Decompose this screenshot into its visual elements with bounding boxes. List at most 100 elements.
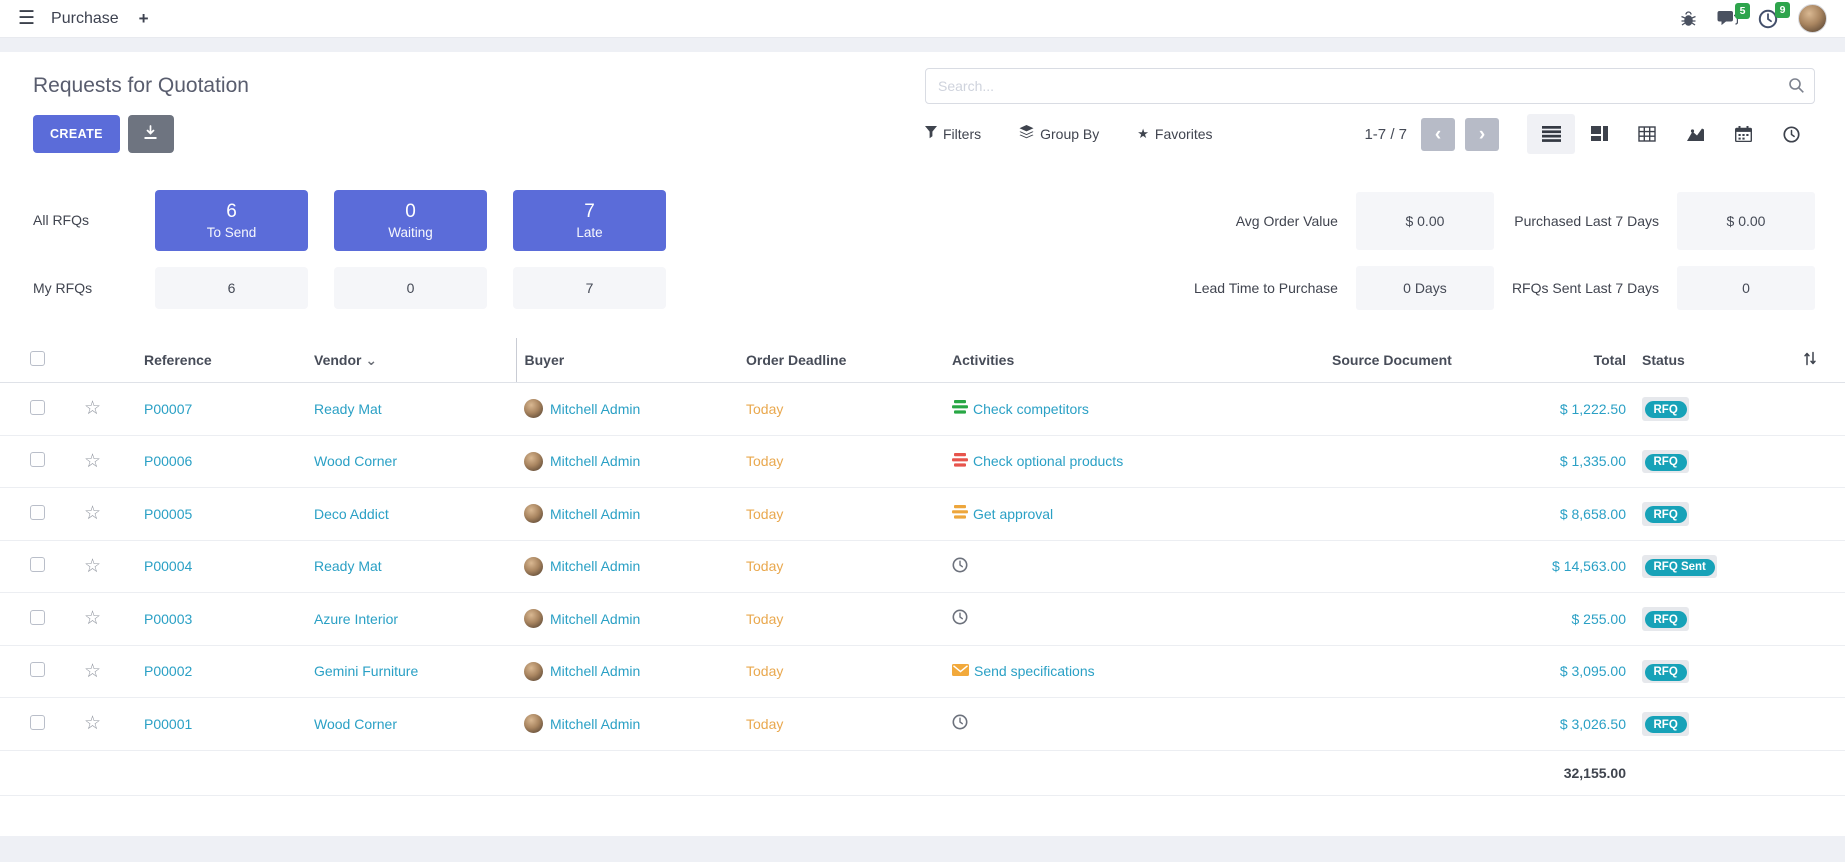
column-header-buyer[interactable]: Buyer xyxy=(516,338,738,383)
column-header-order-deadline[interactable]: Order Deadline xyxy=(738,338,944,383)
favorite-star-icon[interactable]: ☆ xyxy=(84,503,101,524)
buyer-link[interactable]: Mitchell Admin xyxy=(550,453,640,469)
reference-link[interactable]: P00002 xyxy=(144,663,192,679)
optional-columns-icon[interactable] xyxy=(1803,353,1817,369)
vendor-link[interactable]: Deco Addict xyxy=(314,506,389,522)
create-button[interactable]: CREATE xyxy=(33,115,120,153)
favorites-button[interactable]: ★ Favorites xyxy=(1137,126,1212,142)
activity-clock-icon[interactable] xyxy=(952,609,968,628)
download-icon xyxy=(143,125,158,143)
reference-link[interactable]: P00005 xyxy=(144,506,192,522)
total-amount: $ 3,026.50 xyxy=(1560,716,1626,732)
vendor-link[interactable]: Wood Corner xyxy=(314,716,397,732)
kpi-my-to-send[interactable]: 6 xyxy=(155,267,308,309)
filters-button[interactable]: Filters xyxy=(925,126,981,142)
reference-link[interactable]: P00007 xyxy=(144,401,192,417)
activity-clock-icon[interactable] xyxy=(952,557,968,576)
kpi-late[interactable]: 7 Late xyxy=(513,190,666,251)
view-activity-button[interactable] xyxy=(1767,114,1815,154)
row-checkbox[interactable] xyxy=(30,505,45,520)
pager-next-button[interactable]: › xyxy=(1465,118,1499,151)
view-list-button[interactable] xyxy=(1527,114,1575,154)
table-row[interactable]: ☆ P00006 Wood Corner Mitchell Admin Toda… xyxy=(0,435,1845,488)
messages-icon[interactable]: 5 xyxy=(1717,10,1738,28)
new-tab-plus-button[interactable]: + xyxy=(135,9,153,29)
activities-count-badge: 9 xyxy=(1775,2,1790,18)
export-button[interactable] xyxy=(128,115,174,153)
search-input[interactable] xyxy=(925,68,1815,104)
buyer-link[interactable]: Mitchell Admin xyxy=(550,611,640,627)
kpi-waiting[interactable]: 0 Waiting xyxy=(334,190,487,251)
reference-link[interactable]: P00003 xyxy=(144,611,192,627)
pager-previous-button[interactable]: ‹ xyxy=(1421,118,1455,151)
activity-clock-icon[interactable] xyxy=(952,714,968,733)
row-checkbox[interactable] xyxy=(30,715,45,730)
view-graph-button[interactable] xyxy=(1671,114,1719,154)
kpi-my-waiting[interactable]: 0 xyxy=(334,267,487,309)
table-row[interactable]: ☆ P00002 Gemini Furniture Mitchell Admin… xyxy=(0,645,1845,698)
vendor-link[interactable]: Wood Corner xyxy=(314,453,397,469)
favorite-star-icon[interactable]: ☆ xyxy=(84,451,101,472)
app-title[interactable]: Purchase xyxy=(51,10,119,28)
column-header-status[interactable]: Status xyxy=(1634,338,1744,383)
activity-envelope-icon[interactable] xyxy=(952,663,969,680)
debug-bug-icon[interactable] xyxy=(1680,11,1697,27)
reference-link[interactable]: P00006 xyxy=(144,453,192,469)
favorite-star-icon[interactable]: ☆ xyxy=(84,608,101,629)
view-pivot-button[interactable] xyxy=(1623,114,1671,154)
table-row[interactable]: ☆ P00004 Ready Mat Mitchell Admin Today … xyxy=(0,540,1845,593)
reference-link[interactable]: P00004 xyxy=(144,558,192,574)
column-header-source-document[interactable]: Source Document xyxy=(1324,338,1534,383)
favorite-star-icon[interactable]: ☆ xyxy=(84,398,101,419)
buyer-link[interactable]: Mitchell Admin xyxy=(550,506,640,522)
table-row[interactable]: ☆ P00003 Azure Interior Mitchell Admin T… xyxy=(0,593,1845,646)
total-amount: $ 3,095.00 xyxy=(1560,663,1626,679)
vendor-link[interactable]: Ready Mat xyxy=(314,401,382,417)
favorite-star-icon[interactable]: ☆ xyxy=(84,713,101,734)
view-calendar-button[interactable] xyxy=(1719,114,1767,154)
buyer-link[interactable]: Mitchell Admin xyxy=(550,401,640,417)
activity-list-icon[interactable] xyxy=(952,400,968,417)
buyer-link[interactable]: Mitchell Admin xyxy=(550,663,640,679)
row-checkbox[interactable] xyxy=(30,452,45,467)
column-header-total[interactable]: Total xyxy=(1534,338,1634,383)
vendor-link[interactable]: Azure Interior xyxy=(314,611,398,627)
select-all-checkbox[interactable] xyxy=(30,351,45,366)
view-kanban-button[interactable] xyxy=(1575,114,1623,154)
buyer-link[interactable]: Mitchell Admin xyxy=(550,716,640,732)
table-row[interactable]: ☆ P00005 Deco Addict Mitchell Admin Toda… xyxy=(0,488,1845,541)
buyer-link[interactable]: Mitchell Admin xyxy=(550,558,640,574)
column-header-vendor[interactable]: Vendor ⌄ xyxy=(306,338,516,383)
favorite-star-icon[interactable]: ☆ xyxy=(84,556,101,577)
activity-label[interactable]: Send specifications xyxy=(974,663,1095,679)
activity-label[interactable]: Check optional products xyxy=(973,453,1123,469)
source-document xyxy=(1324,593,1534,646)
status-badge: RFQ xyxy=(1642,712,1689,736)
total-amount: $ 1,335.00 xyxy=(1560,453,1626,469)
user-avatar[interactable] xyxy=(1798,4,1827,33)
table-row[interactable]: ☆ P00001 Wood Corner Mitchell Admin Toda… xyxy=(0,698,1845,751)
activity-list-icon[interactable] xyxy=(952,505,968,522)
table-row[interactable]: ☆ P00007 Ready Mat Mitchell Admin Today … xyxy=(0,383,1845,436)
row-checkbox[interactable] xyxy=(30,662,45,677)
kpi-my-late[interactable]: 7 xyxy=(513,267,666,309)
activity-list-icon[interactable] xyxy=(952,453,968,470)
order-deadline: Today xyxy=(746,401,783,417)
column-header-activities[interactable]: Activities xyxy=(944,338,1324,383)
kpi-to-send[interactable]: 6 To Send xyxy=(155,190,308,251)
row-checkbox[interactable] xyxy=(30,557,45,572)
reference-link[interactable]: P00001 xyxy=(144,716,192,732)
vendor-link[interactable]: Gemini Furniture xyxy=(314,663,418,679)
apps-menu-icon[interactable]: ☰ xyxy=(18,9,35,28)
order-deadline: Today xyxy=(746,453,783,469)
row-checkbox[interactable] xyxy=(30,400,45,415)
activity-label[interactable]: Check competitors xyxy=(973,401,1089,417)
group-by-button[interactable]: Group By xyxy=(1019,125,1099,143)
row-checkbox[interactable] xyxy=(30,610,45,625)
activities-clock-icon[interactable]: 9 xyxy=(1758,9,1778,29)
favorite-star-icon[interactable]: ☆ xyxy=(84,661,101,682)
vendor-link[interactable]: Ready Mat xyxy=(314,558,382,574)
column-header-reference[interactable]: Reference xyxy=(136,338,306,383)
activity-label[interactable]: Get approval xyxy=(973,506,1053,522)
search-icon[interactable] xyxy=(1788,77,1805,97)
